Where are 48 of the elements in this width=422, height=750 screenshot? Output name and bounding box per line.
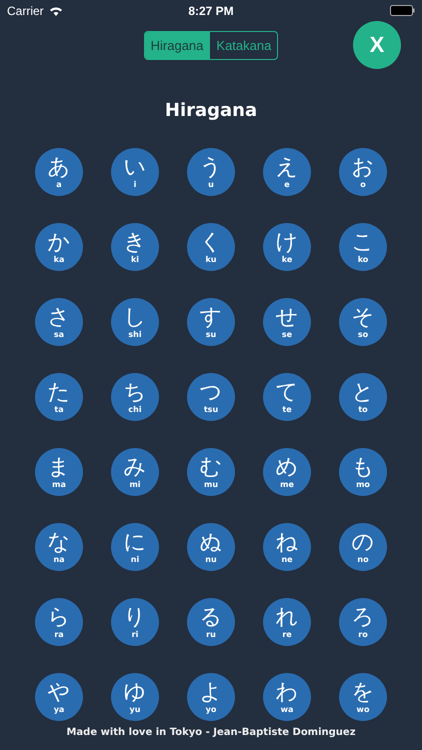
battery-icon [390, 5, 416, 16]
kana-button[interactable]: ぬ nu [187, 523, 235, 571]
kana-button[interactable]: け ke [263, 223, 311, 271]
kana-button[interactable]: ま ma [35, 448, 83, 496]
segment-tab[interactable]: Hiragana [144, 32, 210, 58]
wifi-icon [48, 6, 63, 16]
kana-button[interactable]: わ wa [263, 673, 311, 721]
kana-button[interactable]: い i [111, 148, 159, 196]
kana-button[interactable]: つ tsu [187, 373, 235, 421]
kana-button[interactable]: う u [187, 148, 235, 196]
kana-button[interactable]: に ni [111, 523, 159, 571]
kana-button[interactable]: の no [339, 523, 387, 571]
clock-time: 8:27 PM [188, 4, 234, 18]
carrier-label: Carrier [7, 4, 44, 18]
kana-button[interactable]: え e [263, 148, 311, 196]
kana-button[interactable]: た ta [35, 373, 83, 421]
kana-button[interactable]: し shi [111, 298, 159, 346]
kana-button[interactable]: も mo [339, 448, 387, 496]
kana-button[interactable]: む mu [187, 448, 235, 496]
kana-button[interactable]: み mi [111, 448, 159, 496]
page-title: Hiragana [164, 99, 258, 123]
kana-button[interactable]: め me [263, 448, 311, 496]
kana-button[interactable]: り ri [111, 598, 159, 646]
segment-tab[interactable]: Katakana [209, 32, 278, 58]
kana-button[interactable]: ゆ yu [111, 673, 159, 721]
kana-button[interactable]: す su [187, 298, 235, 346]
kana-button[interactable]: あ a [35, 148, 83, 196]
kana-button[interactable]: か ka [35, 223, 83, 271]
kana-button[interactable]: こ ko [339, 223, 387, 271]
kana-button[interactable]: そ so [339, 298, 387, 346]
kana-button[interactable]: な na [35, 523, 83, 571]
kana-button[interactable]: き ki [111, 223, 159, 271]
kana-button[interactable]: れ re [263, 598, 311, 646]
kana-button[interactable]: る ru [187, 598, 235, 646]
kana-button[interactable]: さ sa [35, 298, 83, 346]
kana-button[interactable]: や ya [35, 673, 83, 721]
footer-credit: Made with love in Tokyo - Jean-Baptiste Dominguez [66, 726, 356, 740]
kana-button[interactable]: を wo [339, 673, 387, 721]
kana-button[interactable]: ち chi [111, 373, 159, 421]
kana-button[interactable]: く ku [187, 223, 235, 271]
kana-button[interactable]: お o [339, 148, 387, 196]
kana-button[interactable]: ね ne [263, 523, 311, 571]
kana-button[interactable]: よ yo [187, 673, 235, 721]
kana-button[interactable]: と to [339, 373, 387, 421]
kana-button[interactable]: せ se [263, 298, 311, 346]
kana-button[interactable]: ろ ro [339, 598, 387, 646]
kana-button[interactable]: て te [263, 373, 311, 421]
kana-button[interactable]: ら ra [35, 598, 83, 646]
